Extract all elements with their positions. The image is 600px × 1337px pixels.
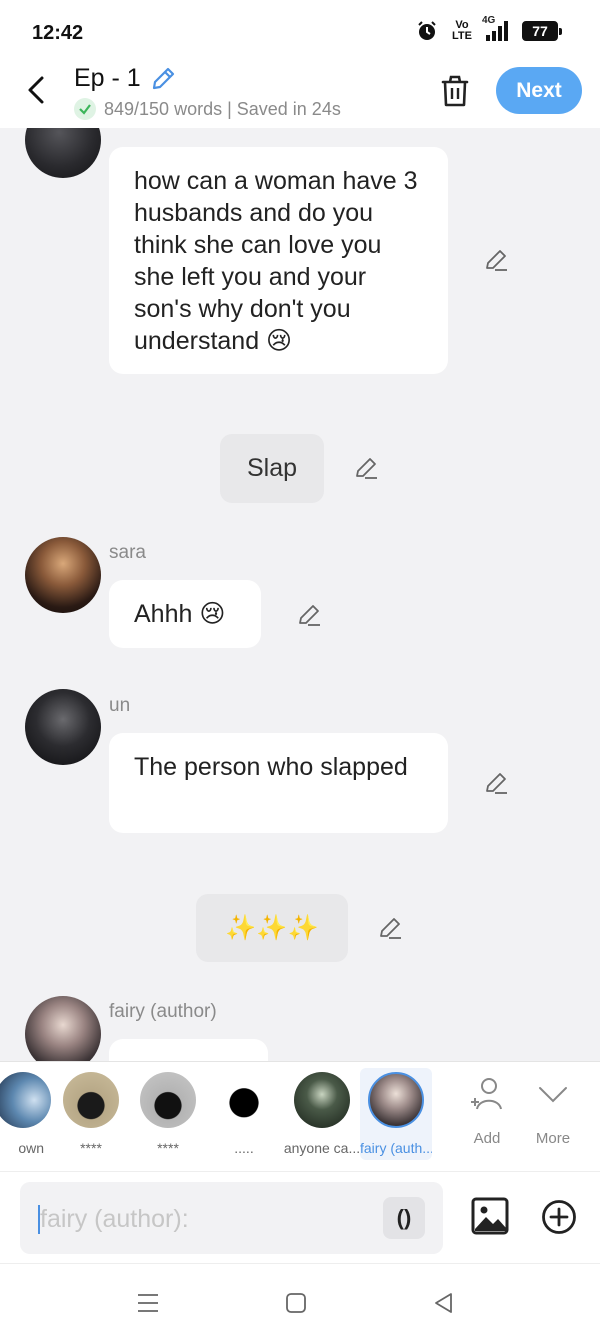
character-item[interactable]: **** bbox=[133, 1072, 203, 1156]
action-text: Slap bbox=[246, 454, 298, 482]
parentheses-button[interactable]: () bbox=[383, 1197, 425, 1239]
add-person-icon bbox=[471, 1078, 502, 1110]
character-item[interactable]: **** bbox=[56, 1072, 126, 1156]
speaker-name: sara bbox=[109, 542, 146, 563]
message-text: The person who slapped bbox=[134, 753, 408, 781]
add-content-icon[interactable] bbox=[541, 1199, 577, 1235]
edit-message-icon[interactable] bbox=[483, 247, 509, 273]
edit-message-icon[interactable] bbox=[296, 602, 322, 628]
system-nav-bar bbox=[0, 1263, 600, 1337]
edit-action-icon[interactable] bbox=[377, 915, 403, 941]
character-item[interactable]: ..... bbox=[209, 1072, 279, 1156]
speaker-name: fairy (author) bbox=[109, 1001, 217, 1022]
network-type: 4G bbox=[482, 15, 496, 26]
character-item-selected[interactable]: fairy (auth... bbox=[360, 1068, 432, 1160]
message-bubble[interactable]: how can a woman have 3 husbands and do y… bbox=[109, 147, 448, 374]
edit-message-icon[interactable] bbox=[483, 770, 509, 796]
character-avatar bbox=[368, 1072, 424, 1128]
character-name: own bbox=[18, 1140, 44, 1156]
character-name: anyone ca... bbox=[283, 1140, 361, 1156]
add-character-button[interactable]: Add bbox=[457, 1076, 517, 1147]
add-label: Add bbox=[473, 1130, 501, 1147]
message-bubble[interactable] bbox=[109, 1039, 268, 1061]
character-name: **** bbox=[80, 1140, 102, 1156]
avatar-fairy-author[interactable] bbox=[25, 996, 101, 1061]
character-name: **** bbox=[157, 1140, 179, 1156]
status-bar: 12:42 Vo LTE 4G 77 bbox=[0, 0, 600, 62]
message-text: Ahhh 😢 bbox=[134, 600, 226, 628]
more-characters-button[interactable]: More bbox=[523, 1076, 583, 1147]
edit-title-icon[interactable] bbox=[149, 65, 177, 93]
action-bubble[interactable]: ✨✨✨ bbox=[196, 894, 348, 962]
back-nav-icon[interactable] bbox=[432, 1291, 456, 1315]
character-avatar bbox=[294, 1072, 350, 1128]
edit-action-icon[interactable] bbox=[353, 455, 379, 481]
action-text: ✨✨✨ bbox=[225, 913, 319, 942]
avatar-sara[interactable] bbox=[25, 537, 101, 613]
episode-title-text: Ep - 1 bbox=[74, 64, 141, 92]
character-item[interactable]: own bbox=[0, 1072, 58, 1156]
message-bubble[interactable]: The person who slapped bbox=[109, 733, 448, 833]
signal-icon: 4G bbox=[482, 15, 508, 41]
volte-bottom: LTE bbox=[452, 30, 472, 42]
input-bar: fairy (author): () bbox=[0, 1171, 600, 1263]
message-input[interactable]: fairy (author): () bbox=[20, 1182, 443, 1254]
menu-icon[interactable] bbox=[136, 1291, 160, 1315]
episode-title[interactable]: Ep - 1 bbox=[74, 64, 177, 93]
character-picker: own **** **** ..... anyone ca... fairy (… bbox=[0, 1061, 600, 1171]
editor-header: Ep - 1 849/150 words | Saved in 24s Next bbox=[0, 62, 600, 128]
message-text: how can a woman have 3 husbands and do y… bbox=[134, 167, 418, 355]
message-bubble[interactable]: Ahhh 😢 bbox=[109, 580, 261, 648]
battery-icon: 77 bbox=[522, 21, 562, 41]
status-time: 12:42 bbox=[32, 22, 84, 44]
more-label: More bbox=[535, 1130, 571, 1147]
word-count-status: 849/150 words | Saved in 24s bbox=[74, 98, 341, 120]
character-avatar bbox=[63, 1072, 119, 1128]
character-item[interactable]: anyone ca... bbox=[283, 1072, 361, 1156]
chat-area[interactable]: how can a woman have 3 husbands and do y… bbox=[0, 128, 600, 1061]
avatar-un[interactable] bbox=[25, 689, 101, 765]
character-avatar bbox=[140, 1072, 196, 1128]
saved-check-icon bbox=[74, 98, 96, 120]
next-button[interactable]: Next bbox=[496, 67, 582, 114]
status-icons: Vo LTE 4G 77 bbox=[416, 15, 562, 42]
volte-indicator: Vo LTE bbox=[452, 20, 472, 42]
character-avatar bbox=[216, 1072, 272, 1128]
avatar[interactable] bbox=[25, 128, 101, 178]
word-count-text: 849/150 words | Saved in 24s bbox=[104, 98, 341, 119]
input-placeholder: fairy (author): bbox=[38, 1205, 189, 1234]
chevron-down-icon bbox=[539, 1087, 567, 1103]
image-icon[interactable] bbox=[471, 1197, 509, 1235]
character-name: fairy (auth... bbox=[360, 1140, 432, 1156]
back-icon[interactable] bbox=[22, 72, 52, 108]
alarm-icon bbox=[418, 21, 436, 40]
character-name: ..... bbox=[234, 1140, 254, 1156]
character-avatar bbox=[0, 1072, 51, 1128]
action-bubble[interactable]: Slap bbox=[220, 434, 324, 503]
speaker-name: un bbox=[109, 695, 131, 716]
home-icon[interactable] bbox=[284, 1291, 308, 1315]
trash-icon[interactable] bbox=[436, 72, 474, 110]
